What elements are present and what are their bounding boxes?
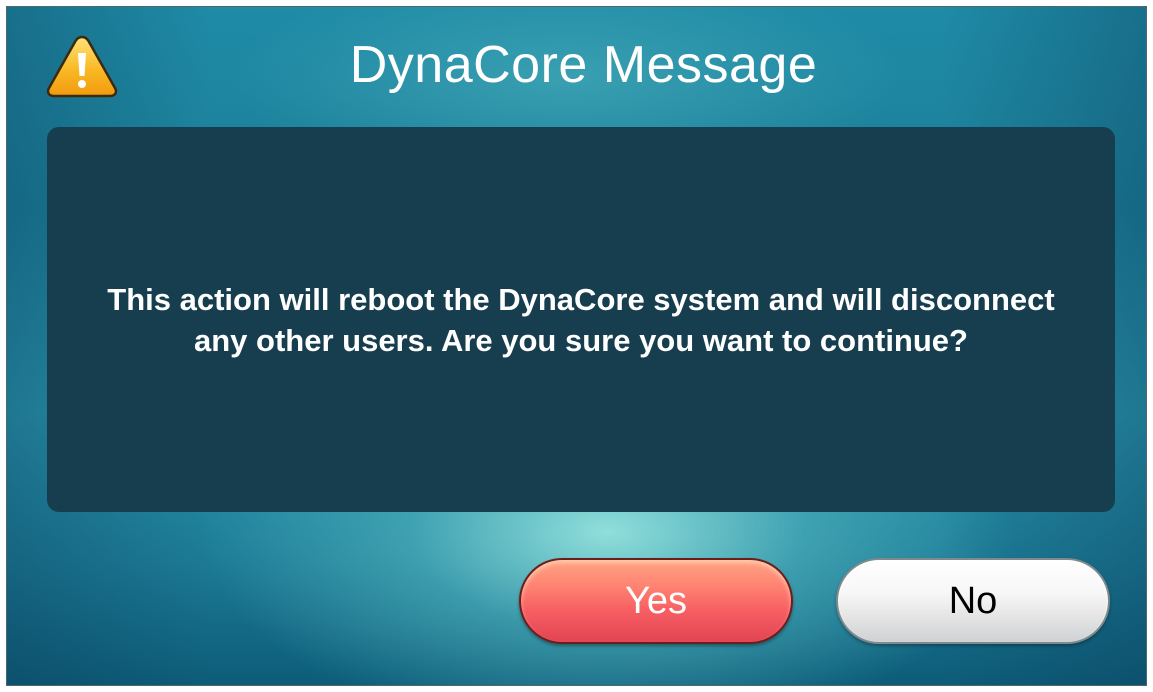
yes-button[interactable]: Yes bbox=[519, 558, 793, 644]
message-text: This action will reboot the DynaCore sys… bbox=[107, 281, 1055, 358]
no-button[interactable]: No bbox=[836, 558, 1110, 644]
dialog-title: DynaCore Message bbox=[349, 36, 818, 94]
message-panel: This action will reboot the DynaCore sys… bbox=[47, 127, 1115, 512]
dynacore-message-dialog: DynaCore Message This action will reboot… bbox=[6, 6, 1147, 686]
